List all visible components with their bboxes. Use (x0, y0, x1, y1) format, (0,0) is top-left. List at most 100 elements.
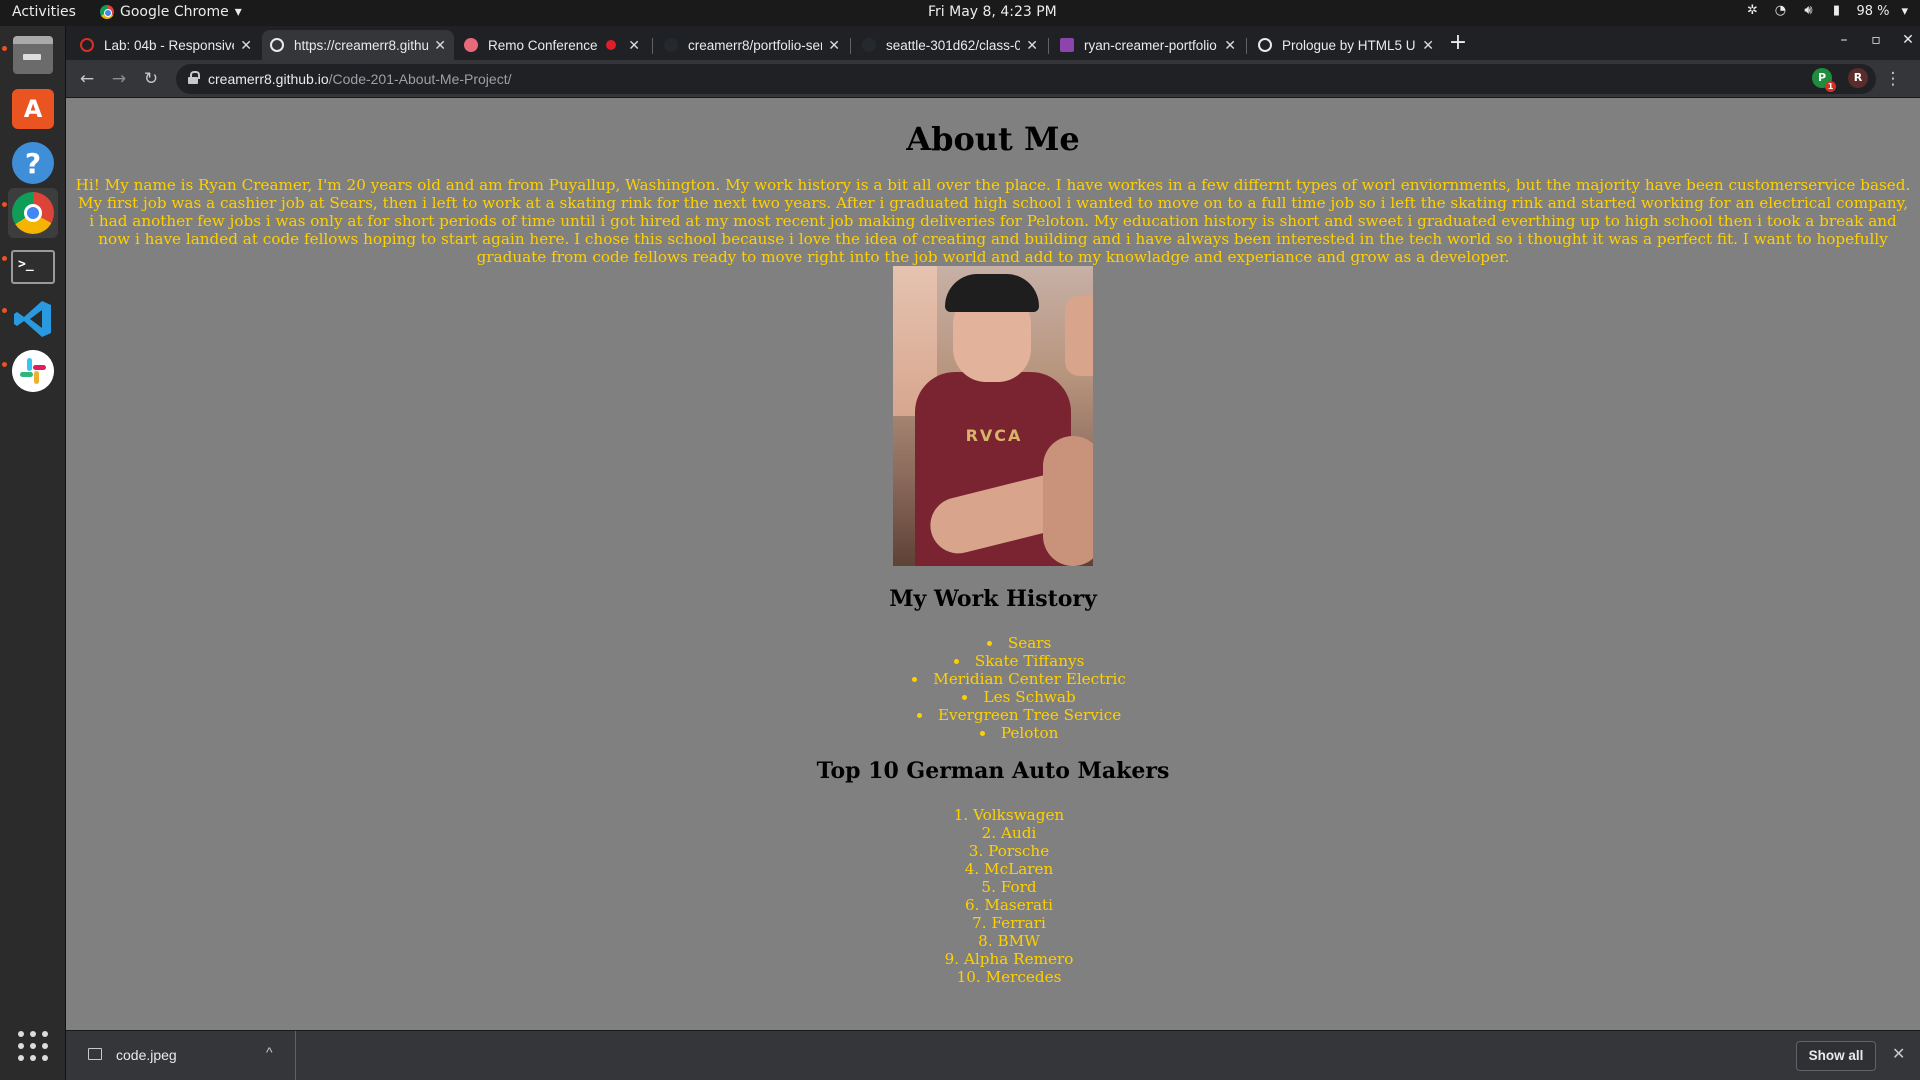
dock-chrome[interactable] (8, 188, 58, 238)
chrome-icon (100, 5, 114, 19)
dock-slack[interactable] (8, 346, 58, 396)
activities-button[interactable]: Activities (12, 4, 76, 20)
running-indicator (2, 256, 7, 261)
new-tab-button[interactable]: + (1444, 30, 1472, 58)
tab-ryan-creamer-portfolio[interactable]: ryan-creamer-portfolio · C ✕ (1052, 30, 1244, 60)
globe-icon (270, 38, 284, 52)
back-button[interactable]: ← (76, 68, 98, 90)
list-item: Skate Tiffanys (118, 652, 1920, 670)
tab-separator (652, 38, 653, 54)
auto-makers-list: Volkswagen Audi Porsche McLaren Ford Mas… (66, 806, 1920, 986)
tab-seattle-301d62[interactable]: seattle-301d62/class-05/la ✕ (854, 30, 1046, 60)
battery-icon: ▮ (1832, 3, 1841, 18)
github-icon (862, 38, 876, 52)
heroku-icon (1060, 38, 1074, 52)
download-shelf: code.jpeg ^ Show all ✕ (66, 1030, 1920, 1080)
extension-badge: 1 (1825, 81, 1836, 92)
tab-title: Remo Conference (488, 37, 598, 53)
close-icon[interactable]: ✕ (1224, 37, 1236, 54)
running-indicator (2, 46, 7, 51)
dock-software-store[interactable]: A (8, 84, 58, 134)
dock-help[interactable]: ? (8, 138, 58, 188)
tab-title: Prologue by HTML5 UP (1282, 37, 1417, 53)
tab-separator (1048, 38, 1049, 54)
help-icon: ? (12, 142, 54, 184)
tab-lab-04b[interactable]: Lab: 04b - Responsive Port ✕ (72, 30, 260, 60)
url-text[interactable]: creamerr8.github.io/Code-201-About-Me-Pr… (208, 71, 512, 87)
tab-portfolio-server[interactable]: creamerr8/portfolio-serve ✕ (656, 30, 848, 60)
extension-icon[interactable]: P1 (1812, 68, 1836, 92)
lock-icon[interactable] (188, 71, 200, 84)
running-indicator (2, 202, 7, 207)
profile-photo: RVCA (893, 266, 1093, 566)
address-bar[interactable]: creamerr8.github.io/Code-201-About-Me-Pr… (176, 64, 1876, 94)
dock: A ? >_ (0, 26, 66, 1080)
system-top-bar: Activities Google Chrome ▾ Fri May 8, 4:… (0, 0, 1920, 26)
list-item: Alpha Remero (98, 950, 1920, 968)
close-icon[interactable]: ✕ (828, 37, 840, 54)
minimize-button[interactable]: – (1832, 32, 1856, 48)
list-item: Evergreen Tree Service (118, 706, 1920, 724)
terminal-icon: >_ (11, 250, 55, 284)
vscode-icon (14, 301, 51, 337)
globe-icon (1258, 38, 1272, 52)
list-item: Audi (98, 824, 1920, 842)
close-icon[interactable]: ✕ (1892, 1044, 1905, 1064)
tab-title: seattle-301d62/class-05/la (886, 37, 1021, 53)
tab-title: creamerr8/portfolio-serve (688, 37, 822, 53)
slack-tray-icon[interactable]: ✲ (1744, 3, 1760, 19)
list-item: McLaren (98, 860, 1920, 878)
system-tray[interactable]: ✲ ◔ 🔊︎ ▮ 98 % ▾ (1744, 3, 1908, 19)
tab-remo-conference[interactable]: Remo Conference ✕ (456, 30, 648, 60)
list-item: Volkswagen (98, 806, 1920, 824)
wifi-icon: ◔ (1774, 3, 1787, 18)
dock-files[interactable] (8, 30, 58, 80)
list-item: Mercedes (98, 968, 1920, 986)
browser-toolbar: ← → ↻ creamerr8.github.io/Code-201-About… (66, 60, 1920, 98)
volume-icon: 🔊︎ (1804, 3, 1813, 18)
work-history-heading: My Work History (889, 586, 1097, 612)
running-indicator (2, 308, 7, 313)
tab-creamerr8-github[interactable]: https://creamerr8.github ✕ (262, 30, 454, 60)
image-file-icon (88, 1048, 102, 1060)
download-file-name: code.jpeg (116, 1047, 177, 1063)
list-item: Ferrari (98, 914, 1920, 932)
forward-button[interactable]: → (108, 68, 130, 90)
battery-percentage: 98 % (1856, 3, 1890, 19)
reload-button[interactable]: ↻ (140, 68, 162, 90)
show-all-button[interactable]: Show all (1796, 1041, 1876, 1071)
recording-icon (606, 40, 617, 50)
show-applications-button[interactable] (18, 1031, 48, 1061)
download-item[interactable]: code.jpeg ^ (66, 1031, 296, 1080)
dock-terminal[interactable]: >_ (8, 242, 58, 292)
close-icon[interactable]: ✕ (240, 37, 252, 54)
close-window-button[interactable]: ✕ (1896, 32, 1920, 48)
more-options-icon[interactable]: ⋮ (1882, 68, 1904, 90)
chevron-down-icon: ▾ (234, 4, 242, 20)
tab-separator (850, 38, 851, 54)
list-item: Ford (98, 878, 1920, 896)
tab-separator (1246, 38, 1247, 54)
page-viewport: About Me Hi! My name is Ryan Creamer, I'… (66, 98, 1920, 1030)
list-item: Porsche (98, 842, 1920, 860)
tab-prologue-html5up[interactable]: Prologue by HTML5 UP ✕ (1250, 30, 1442, 60)
dock-vscode[interactable] (8, 294, 58, 344)
auto-makers-heading: Top 10 German Auto Makers (816, 758, 1170, 784)
close-icon[interactable]: ✕ (1422, 37, 1434, 54)
app-menu[interactable]: Google Chrome ▾ (100, 4, 242, 20)
app-menu-label: Google Chrome (120, 4, 229, 20)
url-host: creamerr8.github.io (208, 71, 329, 87)
close-icon[interactable]: ✕ (434, 37, 446, 54)
files-icon (13, 36, 53, 74)
maximize-button[interactable]: ▫ (1864, 32, 1888, 48)
lab-favicon-icon (80, 38, 94, 52)
chevron-up-icon[interactable]: ^ (266, 1044, 273, 1060)
profile-avatar[interactable]: R (1848, 68, 1868, 88)
close-icon[interactable]: ✕ (628, 37, 640, 54)
chrome-icon (12, 192, 54, 234)
close-icon[interactable]: ✕ (1026, 37, 1038, 54)
github-icon (664, 38, 678, 52)
running-indicator (2, 362, 7, 367)
clock[interactable]: Fri May 8, 4:23 PM (928, 4, 1057, 20)
about-paragraph: Hi! My name is Ryan Creamer, I'm 20 year… (75, 176, 1911, 266)
